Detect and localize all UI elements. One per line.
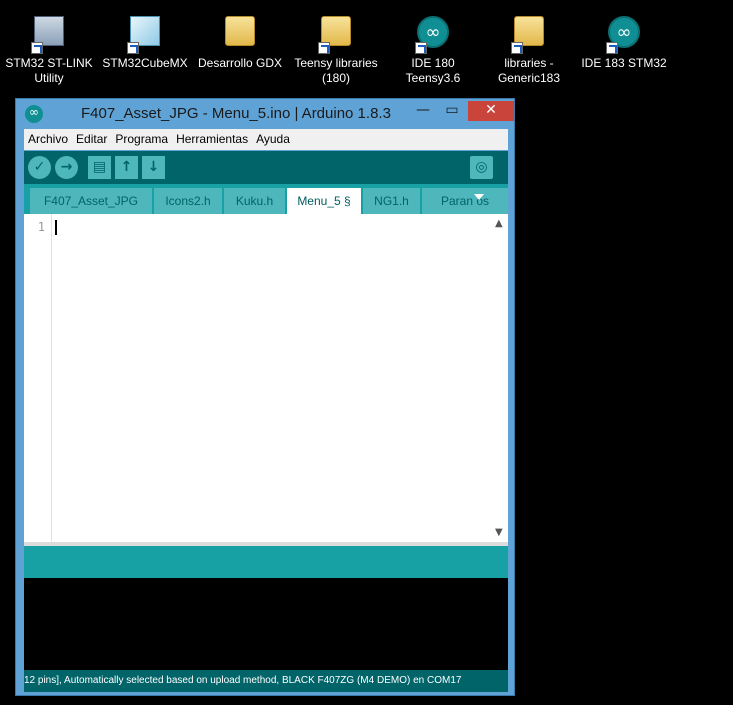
status-bar: 12 pins], Automatically selected based o… xyxy=(24,670,508,692)
menu-archivo[interactable]: Archivo xyxy=(24,129,72,146)
text-caret xyxy=(55,220,57,235)
message-bar xyxy=(24,546,508,578)
arduino-icon xyxy=(415,16,451,54)
scroll-down-icon[interactable]: ▼ xyxy=(495,527,505,538)
tab-menu-5[interactable]: Menu_5 § xyxy=(287,188,361,214)
desktop-icon-label: STM32CubeMX xyxy=(102,56,188,70)
open-sketch-button[interactable]: ↑ xyxy=(115,156,138,179)
desktop-icon-label: Desarrollo GDX xyxy=(197,56,283,70)
stlink-icon xyxy=(31,16,67,54)
shortcut-arrow-icon xyxy=(31,42,43,54)
menu-programa[interactable]: Programa xyxy=(111,129,172,146)
serial-monitor-button[interactable]: ◎ xyxy=(470,156,493,179)
tab-kuku[interactable]: Kuku.h xyxy=(224,188,285,214)
desktop-icon-label: IDE 180 Teensy3.6 xyxy=(405,56,461,85)
new-sketch-button[interactable]: ▤ xyxy=(88,156,111,179)
maximize-button[interactable]: ▭ xyxy=(438,101,466,121)
tab-parametros[interactable]: Paran os xyxy=(422,188,508,214)
menu-herramientas[interactable]: Herramientas xyxy=(172,129,252,146)
toolbar: ✓ → ▤ ↑ ↓ ◎ xyxy=(24,151,508,184)
desktop-icon-ide-183[interactable]: IDE 183 STM32 xyxy=(576,10,672,71)
menu-editar[interactable]: Editar xyxy=(72,129,111,146)
scroll-up-icon[interactable]: ▲ xyxy=(495,218,505,229)
arduino-icon xyxy=(25,105,43,123)
shortcut-arrow-icon xyxy=(606,42,618,54)
tab-f407-asset-jpg[interactable]: F407_Asset_JPG xyxy=(30,188,152,214)
shortcut-arrow-icon xyxy=(415,42,427,54)
shortcut-arrow-icon xyxy=(318,42,330,54)
desktop-icon-label: Teensy libraries (180) xyxy=(294,56,378,85)
desktop-icon-label: STM32 ST-LINK Utility xyxy=(5,56,93,85)
close-button[interactable]: ✕ xyxy=(468,101,514,121)
window-title: F407_Asset_JPG - Menu_5.ino | Arduino 1.… xyxy=(81,105,391,122)
desktop-icon-stlink[interactable]: STM32 ST-LINK Utility xyxy=(1,10,97,86)
verify-button[interactable]: ✓ xyxy=(28,156,51,179)
line-number-gutter: 1 xyxy=(24,214,52,542)
arduino-window: F407_Asset_JPG - Menu_5.ino | Arduino 1.… xyxy=(15,98,515,696)
tab-ng1[interactable]: NG1.h xyxy=(363,188,420,214)
shortcut-arrow-icon xyxy=(511,42,523,54)
folder-icon xyxy=(222,16,258,52)
line-number: 1 xyxy=(37,220,45,234)
desktop-icon-libraries-generic183[interactable]: libraries - Generic183 xyxy=(481,10,577,86)
desktop-icon-teensy-libraries[interactable]: Teensy libraries (180) xyxy=(288,10,384,86)
menu-bar: Archivo Editar Programa Herramientas Ayuda xyxy=(24,129,508,150)
shortcut-arrow-icon xyxy=(127,42,139,54)
minimize-button[interactable]: — xyxy=(409,101,437,121)
folder-shortcut-icon xyxy=(318,16,354,54)
console-output[interactable] xyxy=(24,578,508,670)
title-bar[interactable]: F407_Asset_JPG - Menu_5.ino | Arduino 1.… xyxy=(16,99,514,128)
menu-ayuda[interactable]: Ayuda xyxy=(252,129,294,146)
folder-shortcut-icon xyxy=(511,16,547,54)
arduino-icon xyxy=(606,16,642,54)
desktop-icon-label: IDE 183 STM32 xyxy=(581,56,667,70)
desktop-icon-label: libraries - Generic183 xyxy=(497,56,561,85)
desktop-icon-desarrollo-gdx[interactable]: Desarrollo GDX xyxy=(192,10,288,71)
tab-bar: F407_Asset_JPG Icons2.h Kuku.h Menu_5 § … xyxy=(24,184,508,214)
cube-icon xyxy=(127,16,163,54)
tab-icons2[interactable]: Icons2.h xyxy=(154,188,222,214)
desktop-icon-ide-180[interactable]: IDE 180Teensy3.6 xyxy=(385,10,481,86)
save-sketch-button[interactable]: ↓ xyxy=(142,156,165,179)
desktop-icon-stm32cubemx[interactable]: STM32CubeMX xyxy=(97,10,193,71)
tab-menu-dropdown-icon[interactable] xyxy=(474,194,484,200)
upload-button[interactable]: → xyxy=(55,156,78,179)
code-editor[interactable]: 1 ▲ ▼ xyxy=(24,214,508,542)
